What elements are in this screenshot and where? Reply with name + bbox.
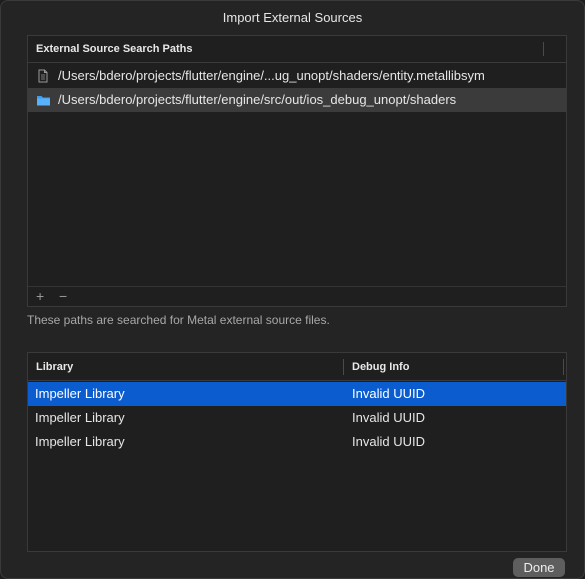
library-name-cell: Impeller Library [35, 410, 125, 425]
window-title: Import External Sources [222, 10, 363, 25]
libraries-table: Library Debug Info Impeller Library Inva… [27, 352, 567, 552]
libraries-table-header: Library Debug Info [28, 353, 566, 381]
debug-info-cell: Invalid UUID [352, 386, 425, 401]
column-divider[interactable] [343, 359, 344, 375]
search-paths-header: External Source Search Paths [28, 36, 566, 63]
search-paths-footer: + − [28, 286, 566, 306]
search-paths-help-text: These paths are searched for Metal exter… [27, 313, 330, 327]
column-header-debug-info[interactable]: Debug Info [352, 361, 409, 373]
library-name-cell: Impeller Library [35, 386, 125, 401]
table-row[interactable]: Impeller Library Invalid UUID [28, 430, 566, 454]
import-external-sources-window: Import External Sources External Source … [0, 0, 585, 579]
search-path-row-file[interactable]: /Users/bdero/projects/flutter/engine/...… [28, 64, 566, 88]
remove-path-button[interactable]: − [59, 288, 67, 304]
add-path-button[interactable]: + [36, 288, 44, 304]
debug-info-cell: Invalid UUID [352, 434, 425, 449]
table-row[interactable]: Impeller Library Invalid UUID [28, 382, 566, 406]
table-row[interactable]: Impeller Library Invalid UUID [28, 406, 566, 430]
file-icon [36, 69, 50, 83]
search-path-text: /Users/bdero/projects/flutter/engine/src… [58, 92, 457, 107]
folder-icon [36, 93, 50, 107]
search-path-text: /Users/bdero/projects/flutter/engine/...… [58, 68, 485, 83]
column-header-library[interactable]: Library [36, 361, 73, 373]
debug-info-cell: Invalid UUID [352, 410, 425, 425]
done-button[interactable]: Done [513, 558, 565, 577]
search-path-row-folder[interactable]: /Users/bdero/projects/flutter/engine/src… [28, 88, 566, 112]
header-column-divider [543, 42, 544, 56]
column-divider [563, 359, 564, 375]
library-name-cell: Impeller Library [35, 434, 125, 449]
search-paths-header-label: External Source Search Paths [36, 43, 193, 55]
search-paths-panel: External Source Search Paths /Users/bder… [27, 35, 567, 307]
